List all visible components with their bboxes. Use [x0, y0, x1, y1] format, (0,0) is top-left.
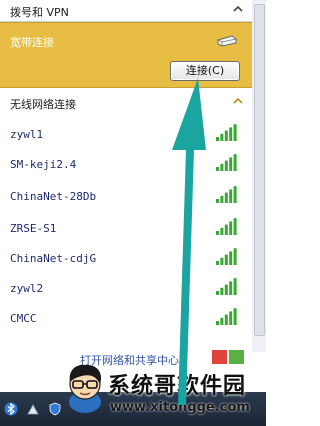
- watermark-title: 系统哥软件园: [108, 374, 247, 399]
- signal-bar: [233, 218, 237, 235]
- signal-bar: [233, 124, 237, 141]
- wifi-signal-icon: [216, 124, 237, 141]
- network-tray-icon[interactable]: [26, 402, 40, 416]
- scrollbar[interactable]: [252, 0, 266, 352]
- chevron-up-icon[interactable]: [232, 3, 244, 15]
- signal-bar: [224, 314, 228, 325]
- signal-bar: [216, 321, 219, 325]
- wifi-signal-icon: [216, 308, 237, 325]
- broadband-connection-item[interactable]: 宽带连接 连接(C): [0, 22, 252, 88]
- signal-bar: [233, 278, 237, 295]
- signal-bar: [216, 167, 219, 171]
- signal-bar: [229, 311, 233, 325]
- network-ssid: ChinaNet-28Db: [10, 190, 97, 203]
- network-ssid: SM-keji2.4: [10, 158, 77, 171]
- signal-bar: [224, 192, 228, 203]
- signal-bar: [220, 195, 224, 203]
- watermark-logo: 系统哥软件园 www.xitongge.com: [62, 360, 266, 426]
- modem-icon: [217, 35, 237, 47]
- wireless-network-item[interactable]: ZRSE-S1: [0, 214, 252, 244]
- shield-icon[interactable]: [48, 402, 62, 416]
- section-label-vpn: 拨号和 VPN: [10, 6, 69, 19]
- signal-bar: [216, 231, 219, 235]
- network-ssid: ZRSE-S1: [10, 222, 57, 235]
- signal-bar: [216, 261, 219, 265]
- network-ssid: ChinaNet-cdjG: [10, 252, 97, 265]
- watermark-url: www.xitongge.com: [110, 400, 250, 415]
- scrollbar-thumb[interactable]: [254, 4, 265, 336]
- bluetooth-icon[interactable]: [4, 402, 18, 416]
- signal-bar: [233, 308, 237, 325]
- wireless-network-item[interactable]: ChinaNet-cdjG: [0, 244, 252, 274]
- wireless-network-item[interactable]: zywl2: [0, 274, 252, 304]
- signal-bar: [220, 163, 224, 171]
- connect-button[interactable]: 连接(C): [170, 61, 240, 81]
- signal-bar: [220, 317, 224, 325]
- signal-bar: [224, 130, 228, 141]
- mascot-icon: [69, 364, 102, 413]
- wifi-signal-icon: [216, 154, 237, 171]
- signal-bar: [220, 133, 224, 141]
- network-ssid: CMCC: [10, 312, 37, 325]
- signal-bar: [229, 157, 233, 171]
- wifi-signal-icon: [216, 248, 237, 265]
- signal-bar: [233, 186, 237, 203]
- signal-bar: [224, 254, 228, 265]
- wifi-signal-icon: [216, 186, 237, 203]
- network-flyout: 拨号和 VPN 宽带连接 连接(C) 无线网络连接 zywl1 SM-keji2…: [0, 0, 253, 352]
- wifi-signal-icon: [216, 278, 237, 295]
- signal-bar: [229, 281, 233, 295]
- signal-bar: [216, 291, 219, 295]
- section-label-wireless: 无线网络连接: [10, 98, 76, 111]
- signal-bar: [233, 248, 237, 265]
- signal-bar: [220, 287, 224, 295]
- wireless-network-item[interactable]: CMCC: [0, 304, 252, 334]
- signal-bar: [229, 189, 233, 203]
- signal-bar: [220, 257, 224, 265]
- signal-bar: [216, 137, 219, 141]
- wireless-network-item[interactable]: ChinaNet-28Db: [0, 182, 252, 212]
- network-ssid: zywl1: [10, 128, 44, 141]
- wireless-network-item[interactable]: SM-keji2.4: [0, 150, 252, 180]
- signal-bar: [224, 160, 228, 171]
- signal-bar: [229, 251, 233, 265]
- signal-bar: [229, 221, 233, 235]
- signal-bar: [233, 154, 237, 171]
- signal-bar: [229, 127, 233, 141]
- signal-bar: [224, 224, 228, 235]
- wifi-signal-icon: [216, 218, 237, 235]
- network-ssid: zywl2: [10, 282, 44, 295]
- signal-bar: [216, 199, 219, 203]
- signal-bar: [224, 284, 228, 295]
- broadband-connection-name: 宽带连接: [10, 36, 54, 49]
- wireless-network-item[interactable]: zywl1: [0, 120, 252, 150]
- section-dialup-vpn[interactable]: 拨号和 VPN: [0, 0, 252, 22]
- signal-bar: [220, 227, 224, 235]
- chevron-up-icon[interactable]: [232, 95, 244, 107]
- section-wireless[interactable]: 无线网络连接: [0, 92, 252, 114]
